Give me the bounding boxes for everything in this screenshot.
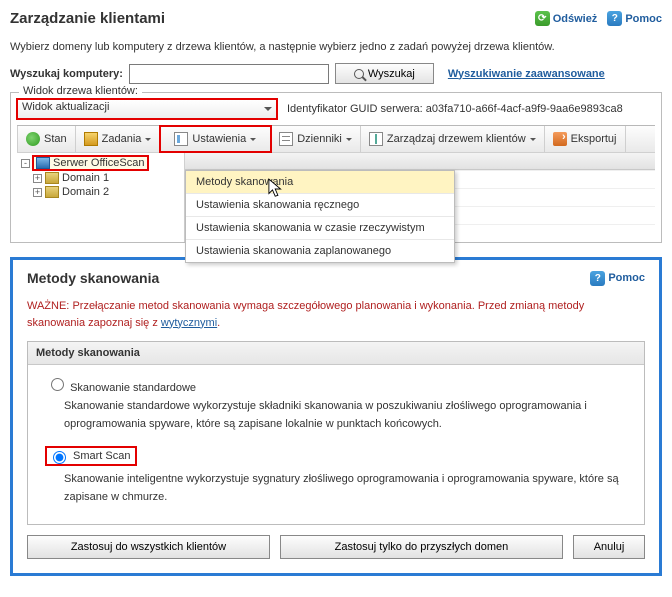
client-tree-panel: Widok drzewa klientów: Widok aktualizacj…	[10, 92, 662, 243]
apply-future-button[interactable]: Zastosuj tylko do przyszłych domen	[280, 535, 563, 559]
tree-icon	[369, 132, 383, 146]
search-button[interactable]: Wyszukaj	[335, 63, 434, 84]
tree-column: - Serwer OfficeScan + Domain 1 + Domain …	[17, 153, 185, 242]
menu-realtime-scan[interactable]: Ustawienia skanowania w czasie rzeczywis…	[186, 217, 454, 240]
search-label: Wyszukaj komputery:	[10, 68, 123, 80]
tree-root[interactable]: - Serwer OfficeScan	[17, 155, 184, 171]
warning-text: WAŻNE: Przełączanie metod skanowania wym…	[27, 298, 645, 331]
option-standard-desc: Skanowanie standardowe wykorzystuje skła…	[64, 398, 626, 433]
scan-methods-panel: Metody skanowania ? Pomoc WAŻNE: Przełąc…	[10, 257, 662, 576]
server-icon	[36, 157, 50, 169]
panel-help-label: Pomoc	[608, 272, 645, 284]
apply-all-button[interactable]: Zastosuj do wszystkich klientów	[27, 535, 270, 559]
export-icon	[553, 132, 567, 146]
expand-icon[interactable]: +	[33, 174, 42, 183]
chevron-down-icon	[145, 138, 151, 144]
button-row: Zastosuj do wszystkich klientów Zastosuj…	[27, 535, 645, 559]
tree-view-label: Widok drzewa klientów:	[19, 85, 142, 97]
toolbar-logs[interactable]: Dzienniki	[271, 126, 361, 152]
search-input[interactable]	[129, 64, 329, 84]
group-title: Metody skanowania	[28, 342, 644, 365]
refresh-label: Odśwież	[553, 13, 598, 25]
menu-scheduled-scan[interactable]: Ustawienia skanowania zaplanowanego	[186, 240, 454, 262]
toolbar-logs-label: Dzienniki	[297, 133, 342, 145]
domain-icon	[45, 186, 59, 198]
tree-domain-2-label: Domain 2	[62, 186, 109, 198]
toolbar-settings[interactable]: Ustawienia	[160, 126, 271, 152]
search-icon	[354, 69, 364, 79]
refresh-button[interactable]: ⟳ Odśwież	[535, 11, 598, 26]
toolbar-export[interactable]: Eksportuj	[545, 126, 626, 152]
tree-domain-2[interactable]: + Domain 2	[17, 185, 184, 199]
cancel-button[interactable]: Anuluj	[573, 535, 645, 559]
logs-icon	[279, 132, 293, 146]
help-icon: ?	[607, 11, 622, 26]
tree-root-label: Serwer OfficeScan	[53, 157, 145, 169]
grid-column: Metody skanowania Ustawienia skanowania …	[185, 153, 655, 242]
domain-icon	[45, 172, 59, 184]
status-icon	[26, 132, 40, 146]
toolbar-manage-tree[interactable]: Zarządzaj drzewem klientów	[361, 126, 545, 152]
help-icon: ?	[590, 271, 605, 286]
tree-domain-1[interactable]: + Domain 1	[17, 171, 184, 185]
chevron-down-icon	[530, 138, 536, 144]
expand-icon[interactable]: -	[21, 159, 30, 168]
instruction-text: Wybierz domeny lub komputery z drzewa kl…	[10, 41, 662, 53]
toolbar-tasks-label: Zadania	[102, 133, 142, 145]
scan-methods-group: Metody skanowania Skanowanie standardowe…	[27, 341, 645, 525]
warning-body: Przełączanie metod skanowania wymaga szc…	[27, 300, 584, 329]
warning-label: WAŻNE:	[27, 300, 69, 312]
option-smart-desc: Skanowanie inteligentne wykorzystuje syg…	[64, 471, 626, 506]
option-smart-label: Smart Scan	[73, 450, 130, 462]
toolbar-export-label: Eksportuj	[571, 133, 617, 145]
grid-header	[185, 153, 655, 170]
chevron-down-icon	[250, 138, 256, 144]
menu-manual-scan[interactable]: Ustawienia skanowania ręcznego	[186, 194, 454, 217]
server-guid: Identyfikator GUID serwera: a03fa710-a66…	[287, 103, 623, 115]
tasks-icon	[84, 132, 98, 146]
radio-smart[interactable]	[53, 451, 66, 464]
guid-value: a03fa710-a66f-4acf-a9f9-9aa6e9893ca8	[426, 103, 623, 115]
guidelines-link[interactable]: wytycznymi	[161, 317, 217, 329]
toolbar-status-label: Stan	[44, 133, 67, 145]
page-title: Zarządzanie klientami	[10, 10, 165, 27]
toolbar-status[interactable]: Stan	[17, 126, 76, 152]
guid-label: Identyfikator GUID serwera:	[287, 103, 423, 115]
toolbar: Stan Zadania Ustawienia Dzienniki Zarząd…	[17, 125, 655, 153]
option-smart[interactable]: Smart Scan	[46, 447, 626, 467]
tree-domain-1-label: Domain 1	[62, 172, 109, 184]
search-button-label: Wyszukaj	[368, 68, 415, 80]
toolbar-tasks[interactable]: Zadania	[76, 126, 161, 152]
chevron-down-icon	[346, 138, 352, 144]
option-standard-label: Skanowanie standardowe	[70, 382, 196, 394]
radio-standard[interactable]	[51, 378, 64, 391]
toolbar-manage-tree-label: Zarządzaj drzewem klientów	[387, 133, 526, 145]
panel-title: Metody skanowania	[27, 270, 159, 286]
view-select[interactable]: Widok aktualizacji	[17, 99, 277, 119]
menu-scan-methods[interactable]: Metody skanowania	[186, 171, 454, 194]
settings-menu: Metody skanowania Ustawienia skanowania …	[185, 170, 455, 263]
toolbar-settings-label: Ustawienia	[192, 133, 246, 145]
refresh-icon: ⟳	[535, 11, 550, 26]
help-label: Pomoc	[625, 13, 662, 25]
expand-icon[interactable]: +	[33, 188, 42, 197]
help-button[interactable]: ? Pomoc	[607, 11, 662, 26]
header-links: ⟳ Odśwież ? Pomoc	[535, 11, 662, 26]
advanced-search-link[interactable]: Wyszukiwanie zaawansowane	[448, 68, 605, 80]
panel-help-button[interactable]: ? Pomoc	[590, 271, 645, 286]
option-standard[interactable]: Skanowanie standardowe	[46, 375, 626, 394]
settings-icon	[174, 132, 188, 146]
menu-scan-methods-label: Metody skanowania	[196, 176, 293, 188]
